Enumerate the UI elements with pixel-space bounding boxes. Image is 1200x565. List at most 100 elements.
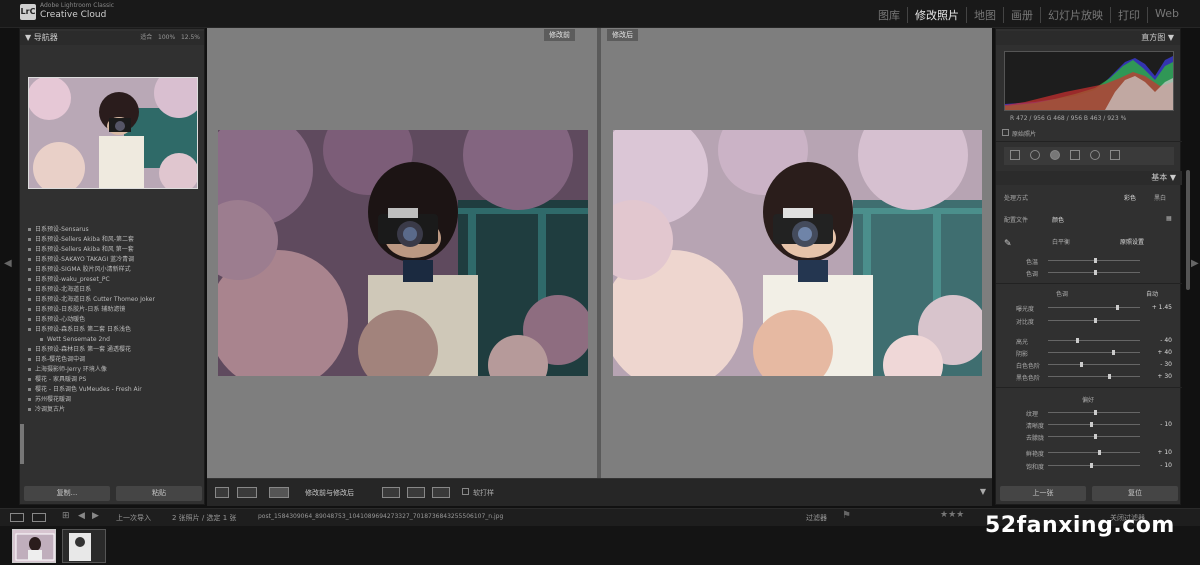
highlights-slider[interactable] bbox=[1048, 338, 1140, 343]
blacks-slider[interactable] bbox=[1048, 374, 1140, 379]
primary-display-icon[interactable] bbox=[10, 513, 24, 522]
source-label[interactable]: 上一次导入 bbox=[116, 513, 151, 523]
histogram-header[interactable]: 直方图 ▼ bbox=[996, 31, 1180, 45]
scrollbar-thumb[interactable] bbox=[1186, 170, 1190, 290]
filmstrip-thumb-1[interactable] bbox=[12, 529, 56, 563]
whites-value[interactable]: - 30 bbox=[1160, 361, 1172, 368]
secondary-display-icon[interactable] bbox=[32, 513, 46, 522]
previous-button[interactable]: 上一张 bbox=[1000, 486, 1086, 501]
wb-eyedropper-icon[interactable]: ✎ bbox=[1004, 239, 1012, 249]
adjustment-brush-icon[interactable] bbox=[1110, 150, 1120, 160]
profile-value[interactable]: 颜色 bbox=[1052, 215, 1064, 224]
soft-proof-checkbox[interactable] bbox=[462, 488, 469, 495]
preset-item[interactable]: 日系预设-SIGMA 胶片风小清新样式 bbox=[26, 265, 202, 275]
grid-view-icon[interactable]: ⊞ bbox=[62, 511, 70, 521]
copy-button[interactable]: 复制... bbox=[24, 486, 110, 501]
zoom-fit[interactable]: 适合 bbox=[140, 34, 152, 41]
swap-settings-icon[interactable] bbox=[432, 487, 450, 498]
preset-item[interactable]: 日系预设-waku_preset_PC bbox=[26, 275, 202, 285]
preset-item[interactable]: 日系预设-北海道日系 Cutter Thomeo Joker bbox=[26, 295, 202, 305]
clarity-value[interactable]: - 10 bbox=[1160, 421, 1172, 428]
before-photo[interactable] bbox=[218, 130, 588, 376]
reset-button[interactable]: 复位 bbox=[1092, 486, 1178, 501]
treatment-color-option[interactable]: 彩色 bbox=[1124, 193, 1136, 202]
shadows-value[interactable]: + 40 bbox=[1157, 349, 1172, 356]
treatment-bw-option[interactable]: 黑白 bbox=[1154, 193, 1166, 202]
preset-item[interactable]: 上海摄影师-Jerry 环境人像 bbox=[26, 365, 202, 375]
clarity-slider[interactable] bbox=[1048, 422, 1140, 427]
vibrance-knob[interactable] bbox=[1098, 450, 1101, 455]
graduated-filter-icon[interactable] bbox=[1070, 150, 1080, 160]
blacks-knob[interactable] bbox=[1108, 374, 1111, 379]
exposure-knob[interactable] bbox=[1116, 305, 1119, 310]
radial-filter-icon[interactable] bbox=[1090, 150, 1100, 160]
tint-knob[interactable] bbox=[1094, 270, 1097, 275]
whites-slider[interactable] bbox=[1048, 362, 1140, 367]
module-library[interactable]: 图库 bbox=[871, 7, 909, 23]
paste-button[interactable]: 粘贴 bbox=[116, 486, 202, 501]
module-web[interactable]: Web bbox=[1148, 7, 1186, 23]
preset-item[interactable]: 日系-樱花色调中调 bbox=[26, 355, 202, 365]
saturation-value[interactable]: - 10 bbox=[1160, 462, 1172, 469]
vibrance-slider[interactable] bbox=[1048, 450, 1140, 455]
module-print[interactable]: 打印 bbox=[1111, 7, 1149, 23]
basic-header[interactable]: 基本 ▼ bbox=[996, 171, 1182, 185]
exposure-slider[interactable] bbox=[1048, 305, 1140, 310]
preset-item[interactable]: 冷调复古片 bbox=[26, 405, 202, 415]
module-develop[interactable]: 修改照片 bbox=[908, 7, 968, 23]
shadows-knob[interactable] bbox=[1112, 350, 1115, 355]
compare-view-icon[interactable] bbox=[237, 487, 257, 498]
after-photo[interactable] bbox=[613, 130, 982, 376]
original-photo-checkbox[interactable] bbox=[1002, 129, 1009, 136]
back-arrow-icon[interactable]: ◀ bbox=[78, 511, 85, 521]
copy-before-settings-icon[interactable] bbox=[382, 487, 400, 498]
preset-item[interactable]: 樱花 - 日系调色 VuMeudes - Fresh Air bbox=[26, 385, 202, 395]
preset-item[interactable]: Wett Sensemate 2nd bbox=[26, 335, 202, 345]
vibrance-value[interactable]: + 10 bbox=[1157, 449, 1172, 456]
preset-item[interactable]: 日系预设-森系日系 第二套 日系浅色 bbox=[26, 325, 202, 335]
texture-knob[interactable] bbox=[1094, 410, 1097, 415]
zoom-12[interactable]: 12.5% bbox=[181, 34, 200, 41]
exposure-value[interactable]: + 1.45 bbox=[1152, 304, 1172, 311]
temp-knob[interactable] bbox=[1094, 258, 1097, 263]
tint-slider[interactable] bbox=[1048, 270, 1140, 275]
crop-tool-icon[interactable] bbox=[1010, 150, 1020, 160]
navigator-preview[interactable] bbox=[28, 77, 198, 189]
preset-item[interactable]: 苏州樱花暖调 bbox=[26, 395, 202, 405]
blacks-value[interactable]: + 30 bbox=[1157, 373, 1172, 380]
flag-filter-icon[interactable]: ⚑ bbox=[842, 510, 851, 521]
contrast-knob[interactable] bbox=[1094, 318, 1097, 323]
wb-value[interactable]: 原照设置 bbox=[1120, 237, 1144, 246]
right-panel-scrollbar[interactable] bbox=[1184, 30, 1194, 500]
copy-after-settings-icon[interactable] bbox=[407, 487, 425, 498]
preset-item[interactable]: 日系预设-Sensarus bbox=[26, 225, 202, 235]
profile-browser-icon[interactable]: ▦ bbox=[1166, 215, 1172, 222]
auto-tone-button[interactable]: 自动 bbox=[1146, 289, 1158, 298]
clarity-knob[interactable] bbox=[1090, 422, 1093, 427]
preset-item[interactable]: 日系预设-Sellers Akiba 和风 第一套 bbox=[26, 245, 202, 255]
preset-item[interactable]: 日系预设-日系胶片-日系 辅助滤镜 bbox=[26, 305, 202, 315]
spot-removal-icon[interactable] bbox=[1030, 150, 1040, 160]
module-slideshow[interactable]: 幻灯片放映 bbox=[1041, 7, 1112, 23]
highlights-knob[interactable] bbox=[1076, 338, 1079, 343]
red-eye-icon[interactable] bbox=[1050, 150, 1060, 160]
module-book[interactable]: 画册 bbox=[1004, 7, 1042, 23]
before-after-mode-icon[interactable] bbox=[269, 487, 289, 498]
forward-arrow-icon[interactable]: ▶ bbox=[92, 511, 99, 521]
saturation-slider[interactable] bbox=[1048, 463, 1140, 468]
navigator-header[interactable]: ▼ 导航器 适合 100% 12.5% bbox=[20, 31, 204, 45]
contrast-slider[interactable] bbox=[1048, 318, 1140, 323]
saturation-knob[interactable] bbox=[1090, 463, 1093, 468]
dehaze-knob[interactable] bbox=[1094, 434, 1097, 439]
dehaze-slider[interactable] bbox=[1048, 434, 1140, 439]
left-panel-toggle-icon[interactable]: ◀ bbox=[4, 258, 12, 269]
preset-item[interactable]: 日系预设-SAKAYO TAKAGI 蓝冷青调 bbox=[26, 255, 202, 265]
preset-item[interactable]: 日系预设-北海道日系 bbox=[26, 285, 202, 295]
preset-item[interactable]: 樱花 - 家具暖调 PS bbox=[26, 375, 202, 385]
filmstrip-thumb-2[interactable] bbox=[62, 529, 106, 563]
toolbar-menu-icon[interactable]: ▼ bbox=[980, 487, 986, 496]
zoom-100[interactable]: 100% bbox=[158, 34, 175, 41]
preset-item[interactable]: 日系预设-心动暖色 bbox=[26, 315, 202, 325]
whites-knob[interactable] bbox=[1080, 362, 1083, 367]
texture-slider[interactable] bbox=[1048, 410, 1140, 415]
